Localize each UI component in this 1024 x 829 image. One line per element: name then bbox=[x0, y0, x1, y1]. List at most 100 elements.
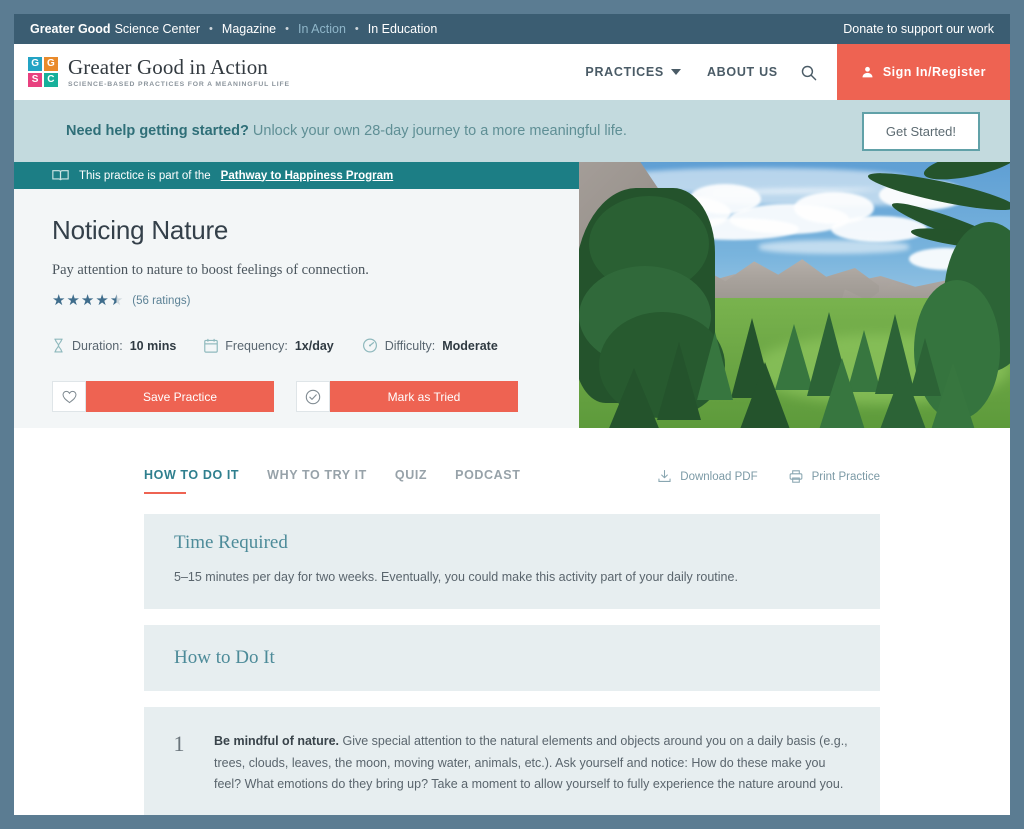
check-circle-icon bbox=[305, 389, 321, 404]
meta-difficulty-label: Difficulty: bbox=[384, 338, 436, 353]
star-1: ★ bbox=[52, 292, 66, 309]
content-tabs: HOW TO DO IT WHY TO TRY IT QUIZ PODCAST bbox=[144, 468, 520, 500]
how-to-do-it-header: How to Do It bbox=[144, 625, 880, 691]
step-item: 1 Be mindful of nature. Give special att… bbox=[144, 707, 880, 815]
time-required-body: 5–15 minutes per day for two weeks. Even… bbox=[174, 570, 738, 584]
site-logo[interactable]: G G S C Greater Good in Action SCIENCE-B… bbox=[28, 56, 290, 88]
time-required-header: Time Required bbox=[144, 514, 880, 568]
meta-duration-value: 10 mins bbox=[129, 338, 177, 353]
nav-item-practices[interactable]: PRACTICES bbox=[585, 65, 681, 79]
star-rating[interactable]: ★ ★ ★ ★ ★ bbox=[52, 293, 123, 308]
practice-hero-image bbox=[579, 162, 1010, 428]
pathway-prefix: This practice is part of the bbox=[79, 169, 211, 182]
donate-link[interactable]: Donate to support our work bbox=[843, 22, 994, 36]
how-to-do-it-panel: How to Do It bbox=[144, 625, 880, 692]
pathway-banner: This practice is part of the Pathway to … bbox=[14, 162, 579, 189]
search-button[interactable] bbox=[800, 44, 837, 100]
tab-how-to-do-it[interactable]: HOW TO DO IT bbox=[144, 468, 239, 500]
browser-viewport: Greater Good Science Center • Magazine •… bbox=[14, 14, 1010, 815]
tab-podcast[interactable]: PODCAST bbox=[455, 468, 520, 500]
utility-separator-3: • bbox=[354, 23, 359, 35]
printer-icon bbox=[789, 470, 802, 483]
calendar-icon bbox=[204, 338, 219, 353]
meta-duration: Duration: 10 mins bbox=[52, 338, 176, 353]
content-panels: Time Required 5–15 minutes per day for t… bbox=[14, 500, 1010, 815]
print-practice-label: Print Practice bbox=[811, 470, 880, 483]
utility-separator-2: • bbox=[285, 23, 289, 35]
ggsc-brand-strong: Greater Good bbox=[30, 22, 111, 36]
how-to-do-it-title: How to Do It bbox=[174, 647, 275, 669]
logo-text: Greater Good in Action SCIENCE-BASED PRA… bbox=[68, 56, 290, 88]
logo-letter-c: C bbox=[43, 72, 58, 87]
star-5-half: ★ bbox=[109, 292, 124, 309]
download-pdf-button[interactable]: Download PDF bbox=[657, 469, 758, 484]
rating-count: (56 ratings) bbox=[132, 294, 191, 307]
chevron-down-icon bbox=[670, 69, 681, 75]
logo-letter-g1: G bbox=[28, 56, 43, 72]
save-practice-button[interactable]: Save Practice bbox=[52, 381, 274, 412]
promo-headline: Need help getting started? bbox=[66, 123, 249, 139]
promo-text: Need help getting started? Unlock your o… bbox=[66, 123, 627, 139]
utility-link-magazine[interactable]: Magazine bbox=[222, 22, 276, 36]
save-practice-label: Save Practice bbox=[86, 381, 274, 412]
utility-separator-1: • bbox=[209, 23, 213, 35]
sign-in-register-button[interactable]: Sign In/Register bbox=[836, 44, 1010, 100]
star-4: ★ bbox=[95, 292, 109, 309]
pathway-program-link[interactable]: Pathway to Happiness Program bbox=[221, 170, 394, 182]
print-practice-button[interactable]: Print Practice bbox=[788, 469, 880, 484]
utility-link-in-education[interactable]: In Education bbox=[368, 22, 438, 36]
tab-quiz[interactable]: QUIZ bbox=[395, 468, 427, 500]
get-started-button[interactable]: Get Started! bbox=[861, 111, 980, 151]
time-required-title: Time Required bbox=[174, 532, 288, 553]
how-to-step-panel: 1 Be mindful of nature. Give special att… bbox=[144, 707, 880, 815]
practice-subtitle: Pay attention to nature to boost feeling… bbox=[52, 262, 369, 278]
site-masthead: G G S C Greater Good in Action SCIENCE-B… bbox=[14, 44, 1010, 100]
step-lead: Be mindful of nature. bbox=[214, 734, 339, 749]
tree-left-foliage-3 bbox=[599, 312, 725, 418]
practice-hero: This practice is part of the Pathway to … bbox=[14, 162, 1010, 428]
meta-frequency-label: Frequency: bbox=[225, 338, 288, 353]
practice-content: HOW TO DO IT WHY TO TRY IT QUIZ PODCAST … bbox=[14, 428, 1010, 815]
meta-difficulty-value: Moderate bbox=[442, 338, 498, 353]
mark-as-tried-button[interactable]: Mark as Tried bbox=[296, 381, 518, 412]
page-title: Noticing Nature bbox=[52, 215, 229, 245]
primary-nav: PRACTICES ABOUT US Sign In/Register bbox=[585, 44, 1010, 100]
practice-summary: Noticing Nature Pay attention to nature … bbox=[14, 189, 579, 412]
cloud-wisp-3 bbox=[759, 240, 909, 254]
star-2: ★ bbox=[66, 292, 80, 309]
nav-link-list: PRACTICES ABOUT US bbox=[585, 44, 799, 100]
nav-item-about-us-label: ABOUT US bbox=[706, 65, 778, 79]
ggsc-brand-rest: Science Center bbox=[114, 22, 201, 36]
practice-meta-row: Duration: 10 mins Frequency: 1x/day Diff… bbox=[52, 338, 541, 353]
site-title: Greater Good in Action bbox=[68, 54, 268, 79]
download-pdf-label: Download PDF bbox=[680, 470, 758, 483]
open-book-icon bbox=[52, 170, 69, 181]
mark-as-tried-label: Mark as Tried bbox=[330, 381, 518, 412]
utility-bar-links: Greater Good Science Center • Magazine •… bbox=[30, 22, 437, 36]
nav-item-about-us[interactable]: ABOUT US bbox=[707, 65, 778, 79]
promo-subline: Unlock your own 28-day journey to a more… bbox=[252, 123, 627, 139]
tab-why-to-try-it[interactable]: WHY TO TRY IT bbox=[267, 468, 367, 500]
logo-letter-s: S bbox=[28, 72, 43, 87]
practice-action-row: Save Practice Mark as Tried bbox=[52, 381, 541, 412]
nav-item-practices-label: PRACTICES bbox=[585, 65, 664, 79]
site-tagline: SCIENCE-BASED PRACTICES FOR A MEANINGFUL… bbox=[68, 81, 290, 89]
logo-letter-g2: G bbox=[43, 56, 58, 72]
meta-duration-label: Duration: bbox=[72, 338, 123, 353]
step-text: Be mindful of nature. Give special atten… bbox=[214, 731, 850, 796]
rating-row: ★ ★ ★ ★ ★ (56 ratings) bbox=[52, 293, 541, 308]
search-icon bbox=[801, 65, 817, 80]
time-required-panel: Time Required 5–15 minutes per day for t… bbox=[144, 514, 880, 610]
practice-hero-info: This practice is part of the Pathway to … bbox=[14, 162, 579, 428]
utility-link-in-action[interactable]: In Action bbox=[298, 22, 346, 36]
mark-as-tried-icon-box bbox=[296, 381, 330, 412]
step-number: 1 bbox=[173, 731, 185, 757]
meta-frequency: Frequency: 1x/day bbox=[204, 338, 334, 353]
gauge-icon bbox=[362, 338, 377, 353]
meta-difficulty: Difficulty: Moderate bbox=[362, 338, 498, 353]
content-tabs-row: HOW TO DO IT WHY TO TRY IT QUIZ PODCAST … bbox=[14, 468, 1010, 500]
user-icon bbox=[862, 66, 873, 78]
sign-in-register-label: Sign In/Register bbox=[882, 65, 986, 79]
star-3: ★ bbox=[80, 292, 95, 309]
download-pdf-icon bbox=[658, 469, 671, 482]
